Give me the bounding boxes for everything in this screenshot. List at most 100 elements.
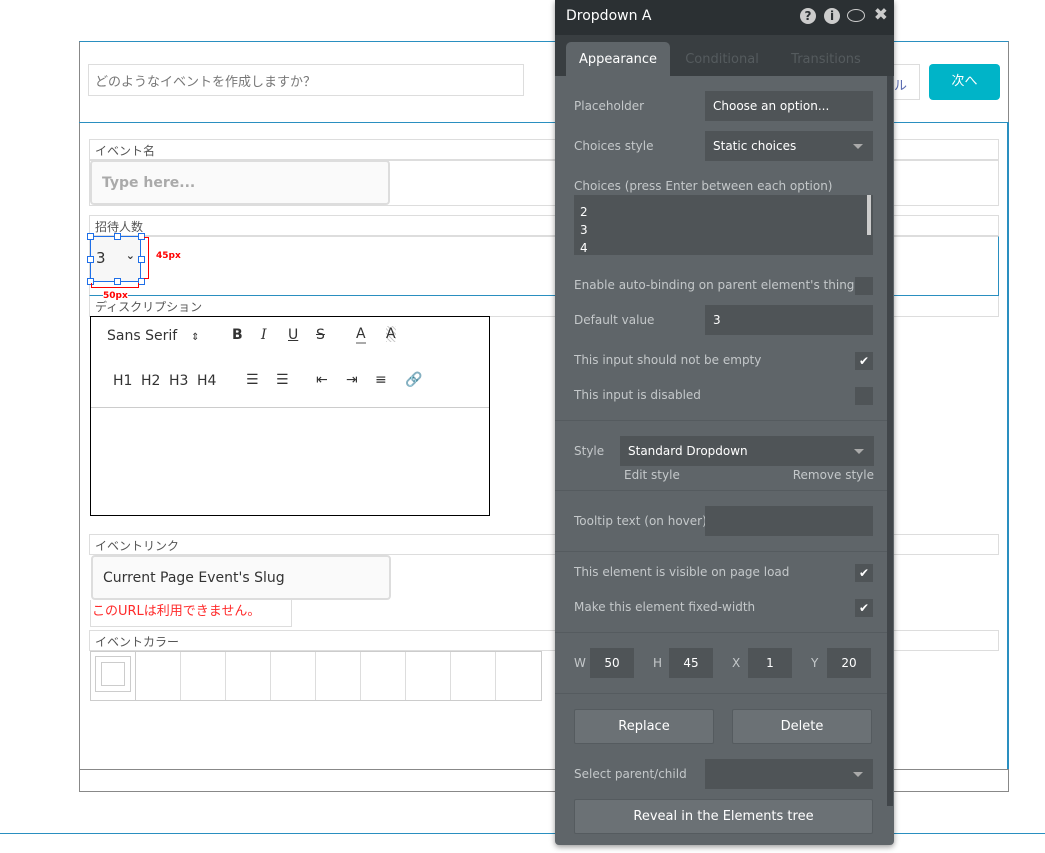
updown-icon: ⇕	[191, 332, 200, 343]
font-name: Sans Serif	[107, 328, 178, 344]
editor-divider	[91, 407, 489, 408]
color-swatch[interactable]	[136, 652, 181, 700]
check-icon: ✔	[858, 566, 870, 580]
visible-checkbox[interactable]: ✔	[855, 564, 873, 582]
highlight-color-icon[interactable]: A	[386, 326, 396, 342]
align-icon[interactable]: ≡	[375, 372, 387, 388]
width-input[interactable]: 50	[590, 648, 634, 678]
text-color-icon[interactable]: A	[356, 326, 366, 344]
event-name-input[interactable]: Type here...	[90, 160, 390, 205]
divider	[555, 693, 887, 694]
edit-style-link[interactable]: Edit style	[624, 468, 680, 482]
height-marker-line	[144, 237, 149, 279]
check-icon: ✔	[858, 601, 870, 615]
y-input[interactable]: 20	[827, 648, 871, 678]
color-swatch[interactable]	[271, 652, 316, 700]
color-swatch[interactable]	[361, 652, 407, 700]
fixed-width-label: Make this element fixed-width	[574, 600, 756, 614]
color-swatch[interactable]	[451, 652, 497, 700]
underline-icon[interactable]: U	[288, 327, 298, 343]
disabled-label: This input is disabled	[574, 388, 701, 402]
select-parent-select[interactable]	[705, 759, 873, 789]
width-label: W	[574, 656, 586, 670]
help-icon[interactable]: ?	[800, 8, 816, 24]
resize-handle[interactable]	[114, 233, 121, 240]
fixed-width-checkbox[interactable]: ✔	[855, 599, 873, 617]
ordered-list-icon[interactable]: ☰	[246, 372, 259, 388]
choice-item: 3	[580, 223, 588, 237]
choices-style-value: Static choices	[713, 139, 797, 153]
heading-1-icon[interactable]: H1	[113, 373, 132, 389]
resize-handle[interactable]	[87, 233, 94, 240]
not-empty-checkbox[interactable]: ✔	[855, 352, 873, 370]
choices-style-label: Choices style	[574, 139, 654, 153]
next-button[interactable]: 次へ	[929, 64, 1000, 100]
resize-handle[interactable]	[138, 278, 145, 285]
choice-item: 2	[580, 205, 588, 219]
info-icon[interactable]: i	[824, 8, 840, 24]
choices-style-select[interactable]: Static choices	[705, 131, 873, 161]
replace-button[interactable]: Replace	[574, 709, 714, 744]
width-marker-line	[91, 283, 139, 288]
color-picker[interactable]	[90, 651, 542, 701]
choices-label: Choices (press Enter between each option…	[574, 179, 833, 193]
height-marker: 45px	[156, 251, 181, 261]
reveal-elements-tree-button[interactable]: Reveal in the Elements tree	[574, 799, 873, 834]
style-label: Style	[574, 444, 605, 458]
heading-4-icon[interactable]: H4	[197, 373, 216, 389]
font-select[interactable]: Sans Serif ⇕	[107, 328, 200, 344]
heading-3-icon[interactable]: H3	[169, 373, 188, 389]
strikethrough-icon[interactable]: S	[316, 327, 325, 343]
disabled-checkbox[interactable]	[855, 387, 873, 405]
x-input[interactable]: 1	[748, 648, 792, 678]
default-value-label: Default value	[574, 313, 655, 327]
tab-conditional[interactable]: Conditional	[670, 42, 774, 76]
link-icon[interactable]: 🔗	[405, 372, 422, 388]
panel-header: Dropdown A ? i ✖	[555, 0, 894, 35]
not-empty-label: This input should not be empty	[574, 353, 762, 367]
placeholder-label: Placeholder	[574, 99, 645, 113]
divider	[555, 420, 887, 421]
property-editor-panel: Dropdown A ? i ✖ Appearance Conditional …	[555, 0, 894, 845]
body-right-border	[1007, 122, 1009, 770]
rich-text-editor[interactable]: Sans Serif ⇕ B I U S A A H1 H2 H3 H4 ☰ ☰ …	[90, 316, 490, 516]
y-label: Y	[811, 656, 819, 670]
delete-button[interactable]: Delete	[732, 709, 872, 744]
heading-2-icon[interactable]: H2	[141, 373, 160, 389]
chevron-down-icon: ⌄	[125, 249, 135, 262]
invitees-dropdown[interactable]: 3 ⌄	[90, 236, 141, 282]
bold-icon[interactable]: B	[232, 327, 243, 343]
placeholder-input[interactable]: Choose an option...	[705, 91, 873, 121]
bullet-list-icon[interactable]: ☰	[276, 372, 289, 388]
choice-item: 4	[580, 241, 588, 255]
dropdown-value: 3	[96, 249, 106, 267]
italic-icon[interactable]: I	[261, 327, 267, 343]
tooltip-input[interactable]	[705, 506, 873, 536]
choices-textarea[interactable]: 2 3 4	[574, 195, 873, 255]
color-swatch[interactable]	[181, 652, 226, 700]
default-value-input[interactable]: 3	[705, 305, 873, 335]
tab-transitions[interactable]: Transitions	[774, 42, 878, 76]
divider	[555, 632, 887, 633]
indent-icon[interactable]: ⇥	[346, 372, 358, 388]
color-swatch[interactable]	[316, 652, 362, 700]
height-input[interactable]: 45	[669, 648, 713, 678]
color-swatch-selected[interactable]	[91, 652, 136, 700]
color-swatch[interactable]	[496, 652, 541, 700]
resize-handle[interactable]	[87, 256, 94, 263]
comment-icon[interactable]	[847, 9, 865, 22]
caret-down-icon	[854, 449, 864, 454]
close-icon[interactable]: ✖	[874, 5, 888, 25]
color-swatch[interactable]	[406, 652, 452, 700]
question-input[interactable]: どのようなイベントを作成しますか？	[88, 64, 524, 96]
tab-appearance[interactable]: Appearance	[566, 42, 670, 76]
panel-scrollbar[interactable]	[887, 76, 893, 806]
check-icon: ✔	[858, 354, 870, 368]
remove-style-link[interactable]: Remove style	[793, 468, 874, 482]
color-swatch[interactable]	[226, 652, 271, 700]
auto-binding-checkbox[interactable]	[855, 277, 873, 295]
event-link-input[interactable]: Current Page Event's Slug	[91, 555, 391, 600]
style-select[interactable]: Standard Dropdown	[620, 436, 874, 466]
outdent-icon[interactable]: ⇤	[316, 372, 328, 388]
textarea-scrollbar[interactable]	[867, 195, 871, 235]
